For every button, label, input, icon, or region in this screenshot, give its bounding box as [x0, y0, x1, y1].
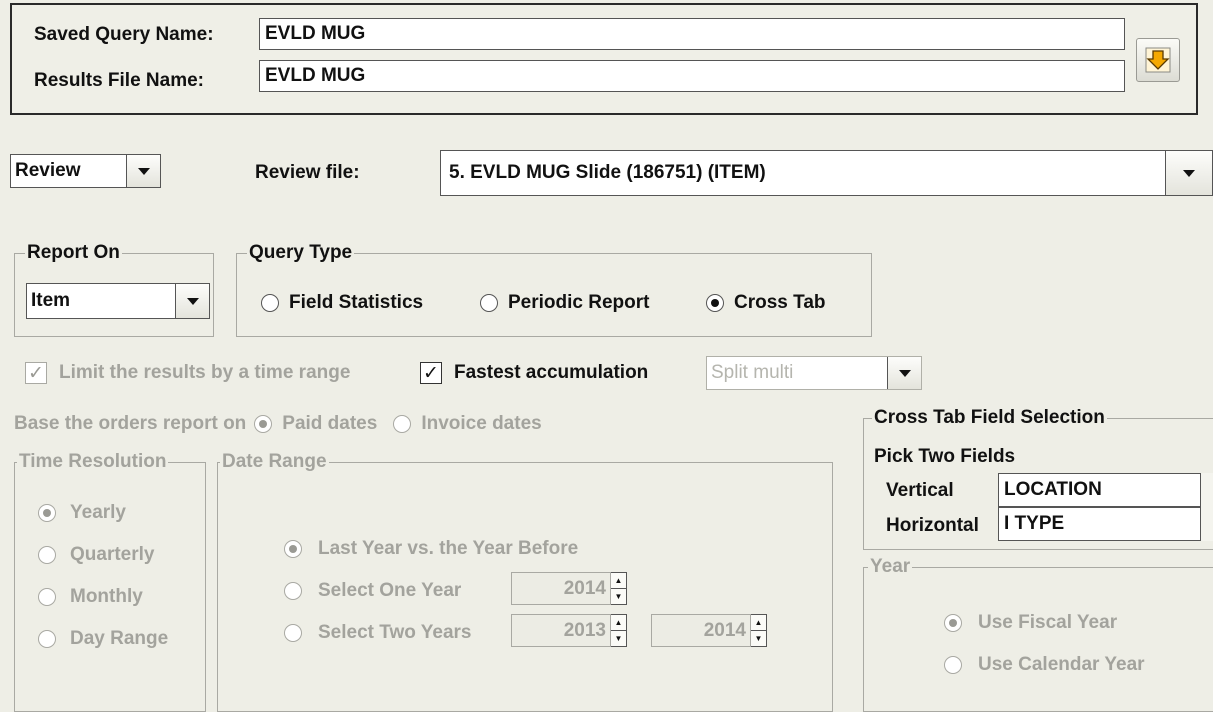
query-type-cross-tab[interactable]: Cross Tab	[706, 292, 826, 314]
periodic-report-label: Periodic Report	[508, 292, 650, 313]
results-file-label: Results File Name:	[34, 70, 204, 91]
one-year-spinner: 2014 ▲ ▼	[511, 572, 627, 605]
save-query-button[interactable]	[1136, 38, 1180, 82]
query-type-field-statistics[interactable]: Field Statistics	[261, 292, 423, 314]
radio-day-range	[38, 630, 56, 648]
invoice-dates-label: Invoice dates	[421, 413, 542, 434]
year-fiscal: Use Fiscal Year	[944, 612, 1117, 634]
two-years-to-value: 2014	[651, 614, 751, 647]
fastest-accumulation-label: Fastest accumulation	[454, 362, 649, 383]
split-multi-select: Split multi	[706, 356, 922, 390]
radio-fiscal-year	[944, 614, 962, 632]
report-on-value: Item	[31, 290, 71, 311]
cross-tab-legend: Cross Tab Field Selection	[872, 407, 1107, 429]
field-statistics-label: Field Statistics	[289, 292, 424, 313]
quarterly-label: Quarterly	[70, 544, 155, 565]
fiscal-year-label: Use Fiscal Year	[978, 612, 1118, 633]
spin-down-icon: ▼	[614, 634, 623, 643]
chevron-down-icon	[887, 357, 921, 389]
report-on-select[interactable]: Item	[26, 283, 210, 319]
horizontal-field-select[interactable]: I TYPE	[998, 507, 1213, 541]
report-on-legend: Report On	[25, 242, 122, 264]
results-file-input[interactable]: EVLD MUG	[259, 60, 1125, 92]
spin-up-icon: ▲	[751, 615, 766, 631]
cross-tab-label: Cross Tab	[734, 292, 826, 313]
year-group: Year	[863, 556, 1213, 712]
vertical-field-select[interactable]: LOCATION	[998, 473, 1213, 507]
radio-last-year	[284, 540, 302, 558]
radio-monthly	[38, 588, 56, 606]
review-mode-value: Review	[15, 160, 81, 181]
radio-invoice-dates	[393, 415, 412, 433]
two-years-to-spinner: 2014 ▲ ▼	[651, 614, 767, 647]
radio-quarterly	[38, 546, 56, 564]
two-years-from-value: 2013	[511, 614, 611, 647]
spin-up-icon: ▲	[611, 573, 626, 589]
time-res-monthly: Monthly	[38, 586, 143, 608]
date-range-last-year: Last Year vs. the Year Before	[284, 538, 578, 560]
radio-cross-tab[interactable]	[706, 294, 724, 312]
one-year-label: Select One Year	[318, 580, 462, 601]
chevron-down-icon[interactable]	[175, 284, 209, 318]
yearly-label: Yearly	[70, 502, 126, 523]
day-range-label: Day Range	[70, 628, 169, 649]
fastest-accumulation-option[interactable]: ✓ Fastest accumulation	[420, 362, 648, 384]
time-res-day-range: Day Range	[38, 628, 168, 650]
two-years-from-spinner: 2013 ▲ ▼	[511, 614, 627, 647]
radio-yearly	[38, 504, 56, 522]
radio-field-statistics[interactable]	[261, 294, 279, 312]
radio-calendar-year	[944, 656, 962, 674]
spin-down-icon: ▼	[754, 634, 763, 643]
last-year-label: Last Year vs. the Year Before	[318, 538, 579, 559]
limit-time-range-checkbox: ✓	[25, 362, 47, 384]
vertical-label: Vertical	[886, 480, 954, 501]
year-legend: Year	[868, 556, 913, 578]
base-orders-label: Base the orders report on	[14, 413, 247, 434]
two-years-label: Select Two Years	[318, 622, 472, 643]
review-mode-select[interactable]: Review	[10, 154, 161, 188]
limit-time-range-option: ✓ Limit the results by a time range	[25, 362, 350, 384]
limit-time-range-label: Limit the results by a time range	[59, 362, 351, 383]
year-calendar: Use Calendar Year	[944, 654, 1145, 676]
review-file-value: 5. EVLD MUG Slide (186751) (ITEM)	[449, 162, 766, 183]
base-orders-row: Base the orders report on Paid dates Inv…	[14, 413, 542, 435]
fastest-accumulation-checkbox[interactable]: ✓	[420, 362, 442, 384]
date-range-legend: Date Range	[220, 451, 329, 473]
query-type-legend: Query Type	[247, 242, 355, 264]
chevron-down-icon[interactable]	[126, 155, 160, 187]
radio-paid-dates	[254, 415, 273, 433]
date-range-two-years: Select Two Years	[284, 622, 472, 644]
query-type-periodic-report[interactable]: Periodic Report	[480, 292, 649, 314]
monthly-label: Monthly	[70, 586, 143, 607]
cross-tab-select-edge	[1200, 473, 1213, 541]
spin-up-icon: ▲	[611, 615, 626, 631]
one-year-value: 2014	[511, 572, 611, 605]
date-range-one-year: Select One Year	[284, 580, 461, 602]
calendar-year-label: Use Calendar Year	[978, 654, 1145, 675]
time-resolution-legend: Time Resolution	[17, 451, 169, 473]
down-arrow-icon	[1145, 47, 1171, 73]
spin-down-icon: ▼	[614, 592, 623, 601]
saved-query-label: Saved Query Name:	[34, 24, 214, 45]
time-res-yearly: Yearly	[38, 502, 126, 524]
split-multi-value: Split multi	[711, 362, 794, 383]
radio-one-year	[284, 582, 302, 600]
chevron-down-icon[interactable]	[1165, 151, 1212, 195]
paid-dates-label: Paid dates	[282, 413, 378, 434]
time-res-quarterly: Quarterly	[38, 544, 154, 566]
radio-periodic-report[interactable]	[480, 294, 498, 312]
review-file-select[interactable]: 5. EVLD MUG Slide (186751) (ITEM)	[440, 150, 1213, 196]
horizontal-label: Horizontal	[886, 515, 979, 536]
radio-two-years	[284, 624, 302, 642]
pick-two-fields-label: Pick Two Fields	[874, 446, 1016, 467]
saved-query-input[interactable]: EVLD MUG	[259, 18, 1125, 50]
review-file-label: Review file:	[255, 162, 360, 183]
